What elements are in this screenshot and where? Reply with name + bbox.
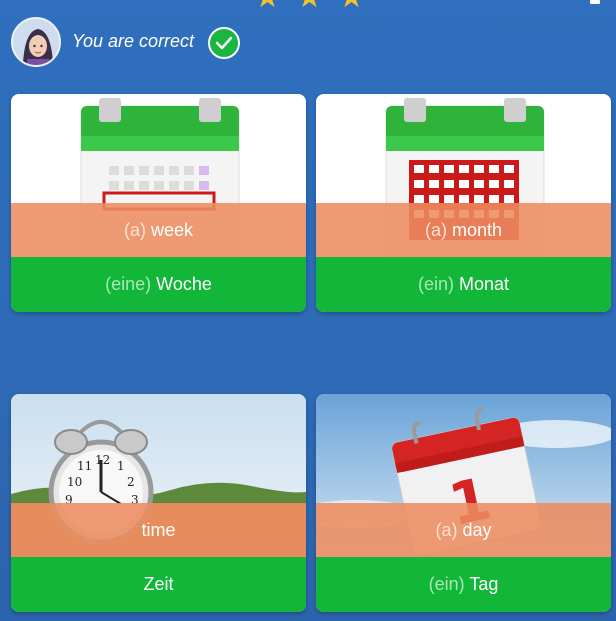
- german-label: (ein) Tag: [316, 557, 611, 612]
- checkmark-icon: [208, 27, 240, 59]
- rating-stars: ★ ★ ★: [0, 0, 616, 13]
- star-icon: ★: [254, 0, 281, 13]
- feedback-message: You are correct: [72, 31, 195, 51]
- german-label: (ein) Monat: [316, 257, 611, 312]
- answer-card[interactable]: 12 1 2 3 10 9 11 time Zeit: [11, 394, 306, 612]
- german-label: (eine) Woche: [11, 257, 306, 312]
- star-icon: ★: [338, 0, 365, 13]
- english-label: (a) week: [123, 220, 194, 240]
- svg-text:1: 1: [117, 459, 125, 473]
- svg-text:11: 11: [77, 459, 92, 473]
- answer-card[interactable]: (a) week (eine) Woche: [11, 94, 306, 312]
- menu-icon[interactable]: [590, 0, 600, 4]
- english-label: (a) day: [435, 520, 492, 540]
- english-label: time: [141, 520, 176, 540]
- german-label: Zeit: [11, 557, 306, 612]
- star-icon: ★: [296, 0, 323, 13]
- answer-card[interactable]: 1 (a) day (ein) Tag: [316, 394, 611, 612]
- svg-text:12: 12: [95, 453, 110, 467]
- tutor-avatar: [11, 17, 61, 67]
- answer-card[interactable]: (a) month (ein) Monat: [316, 94, 611, 312]
- svg-text:2: 2: [127, 475, 135, 489]
- svg-text:10: 10: [67, 475, 82, 489]
- english-label: (a) month: [424, 220, 503, 240]
